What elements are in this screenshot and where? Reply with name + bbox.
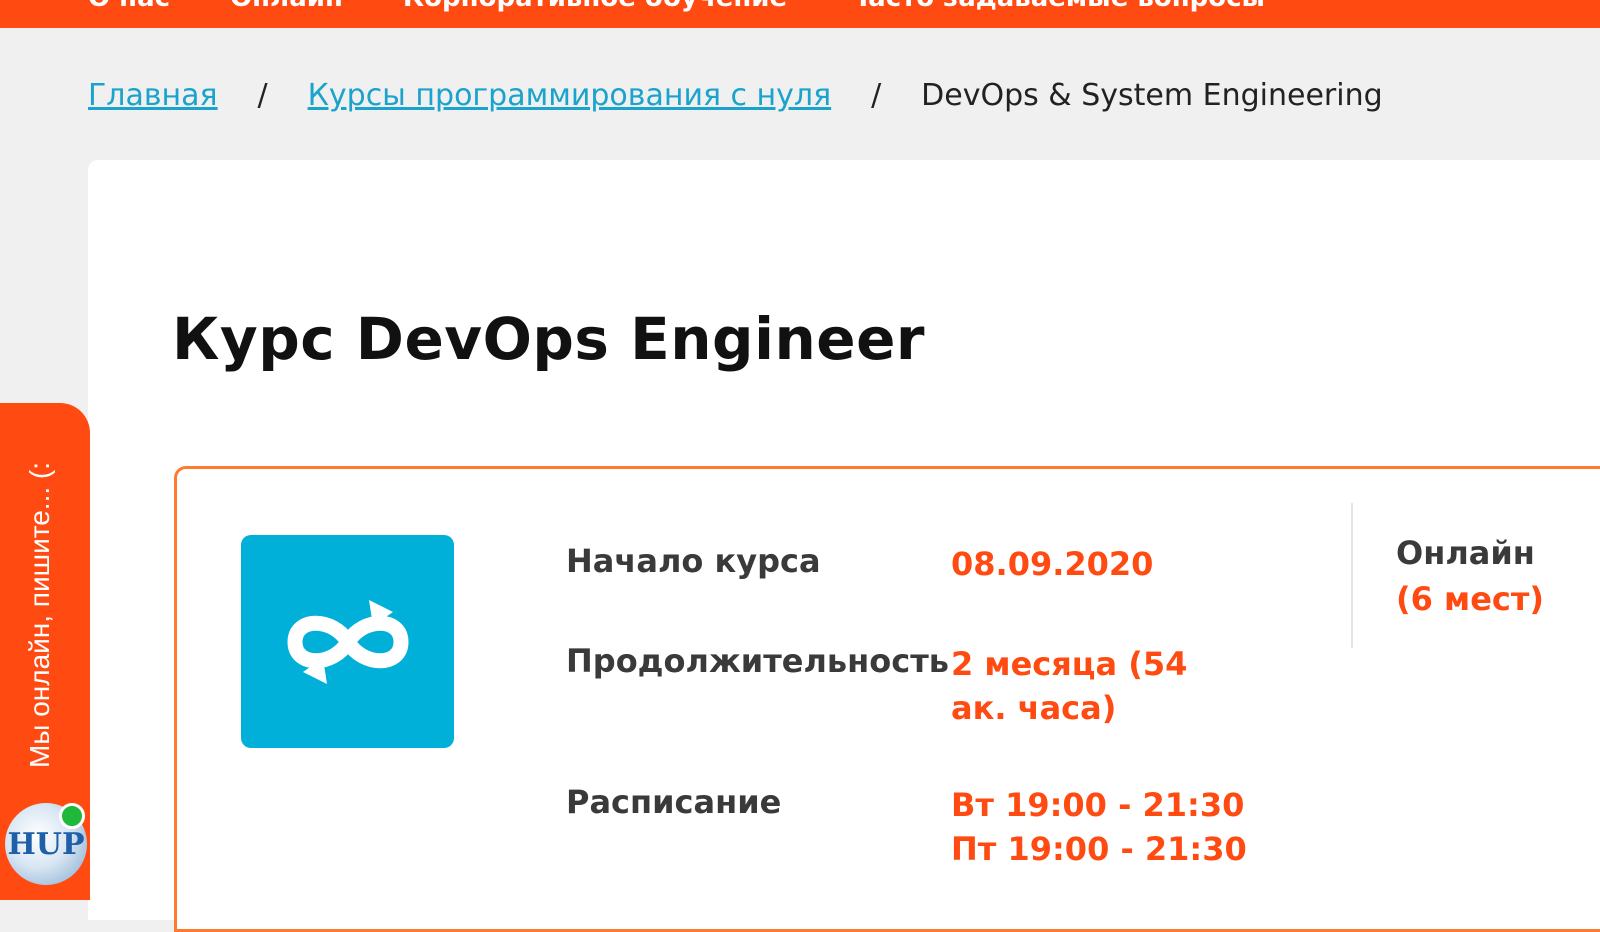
course-duration-row: Продолжительность 2 месяца (54 ак. часа)	[566, 642, 1251, 730]
nav-item-online[interactable]: Онлайн	[230, 0, 343, 13]
course-duration-label: Продолжительность	[566, 642, 949, 680]
course-seats: (6 мест)	[1396, 580, 1545, 618]
breadcrumb: Главная / Курсы программирования с нуля …	[88, 78, 1383, 113]
top-nav-menu: О нас Онлайн Корпоративное обучение Част…	[88, 0, 1265, 13]
schedule-line: Пт 19:00 - 21:30	[951, 830, 1247, 868]
chat-tab-label[interactable]: Мы онлайн, пишите... (:	[24, 462, 56, 768]
course-format: Онлайн (6 мест)	[1396, 530, 1544, 622]
vertical-divider	[1351, 503, 1353, 648]
chat-avatar-logo: HUP	[7, 826, 85, 862]
course-format-mode: Онлайн	[1396, 534, 1535, 572]
course-schedule-row: Расписание Вт 19:00 - 21:30 Пт 19:00 - 2…	[566, 783, 1251, 871]
schedule-line: Вт 19:00 - 21:30	[951, 786, 1245, 824]
breadcrumb-separator: /	[257, 78, 268, 113]
course-start-label: Начало курса	[566, 542, 821, 580]
page-title: Курс DevOps Engineer	[172, 305, 926, 373]
nav-item-corporate[interactable]: Корпоративное обучение	[403, 0, 787, 13]
breadcrumb-separator: /	[871, 78, 882, 113]
course-start-value: 08.09.2020	[951, 545, 1154, 583]
breadcrumb-current: DevOps & System Engineering	[921, 78, 1383, 113]
course-schedule-label: Расписание	[566, 783, 782, 821]
nav-item-faq[interactable]: Часто задаваемые вопросы	[847, 0, 1265, 13]
breadcrumb-home-link[interactable]: Главная	[88, 78, 218, 113]
course-schedule-value: Вт 19:00 - 21:30 Пт 19:00 - 21:30	[951, 783, 1251, 871]
sync-loop-icon	[241, 535, 454, 748]
course-duration-value: 2 месяца (54 ак. часа)	[951, 645, 1188, 727]
nav-item-about[interactable]: О нас	[88, 0, 170, 13]
online-status-dot	[59, 803, 85, 829]
course-start-row: Начало курса 08.09.2020	[566, 542, 1251, 586]
top-navigation-bar: О нас Онлайн Корпоративное обучение Част…	[0, 0, 1600, 28]
breadcrumb-section-link[interactable]: Курсы программирования с нуля	[308, 78, 832, 113]
